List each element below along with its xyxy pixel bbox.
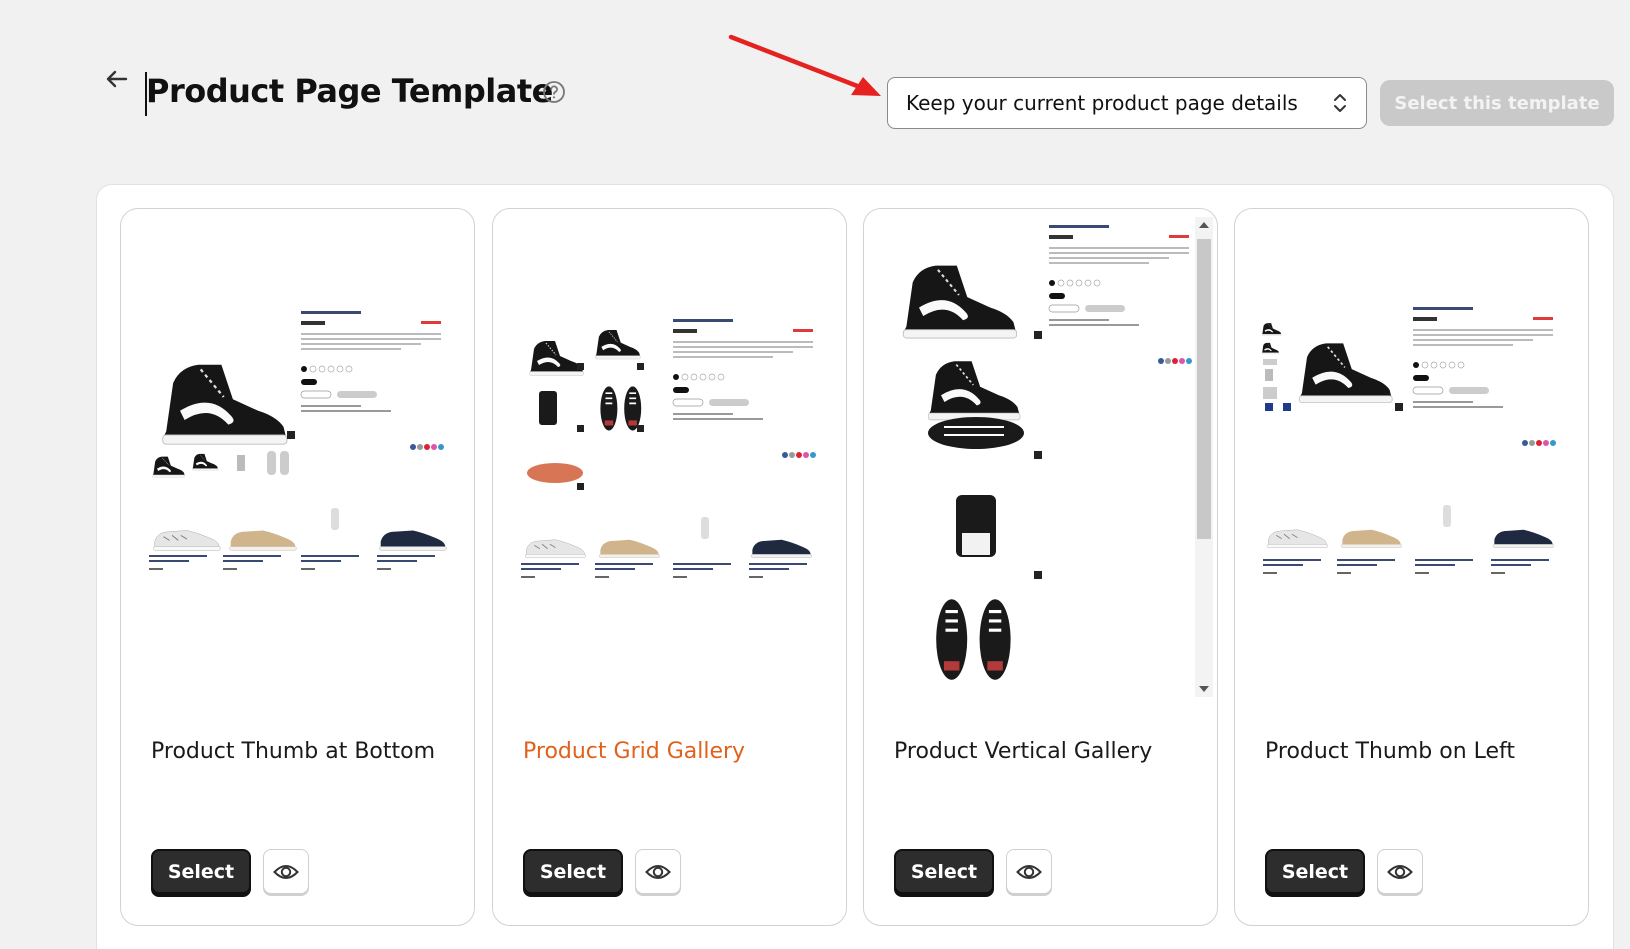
eye-icon bbox=[1016, 864, 1042, 879]
preview-eye-button[interactable] bbox=[263, 849, 309, 894]
template-card-grid-gallery[interactable]: Product Grid Gallery Select bbox=[492, 208, 847, 926]
dropdown-value: Keep your current product page details bbox=[906, 91, 1298, 115]
template-preview-image bbox=[1261, 306, 1557, 574]
scroll-down-icon[interactable] bbox=[1195, 683, 1213, 695]
question-circle-icon[interactable] bbox=[542, 80, 566, 104]
preview-scrollbar[interactable] bbox=[1195, 217, 1213, 697]
template-preview-image bbox=[902, 224, 1193, 682]
preview-eye-button[interactable] bbox=[635, 849, 681, 894]
template-mode-dropdown[interactable]: Keep your current product page details bbox=[887, 77, 1367, 129]
template-card-thumb-bottom[interactable]: Product Thumb at Bottom Select bbox=[120, 208, 475, 926]
chevron-up-down-icon bbox=[1334, 94, 1346, 112]
back-arrow-icon[interactable] bbox=[104, 66, 130, 92]
eye-icon bbox=[273, 864, 299, 879]
select-button[interactable]: Select bbox=[894, 849, 994, 894]
template-card-thumb-left[interactable]: Product Thumb on Left Select bbox=[1234, 208, 1589, 926]
template-name: Product Thumb on Left bbox=[1265, 739, 1516, 764]
template-name: Product Thumb at Bottom bbox=[151, 739, 436, 764]
select-this-template-button[interactable]: Select this template bbox=[1380, 80, 1614, 126]
template-preview-image bbox=[149, 310, 447, 570]
template-card-vertical-gallery[interactable]: Product Vertical Gallery Select bbox=[863, 208, 1218, 926]
template-name: Product Vertical Gallery bbox=[894, 739, 1153, 764]
select-button[interactable]: Select bbox=[1265, 849, 1365, 894]
select-button[interactable]: Select bbox=[151, 849, 251, 894]
preview-eye-button[interactable] bbox=[1377, 849, 1423, 894]
annotation-arrow bbox=[728, 34, 881, 96]
eye-icon bbox=[1387, 864, 1413, 879]
template-name: Product Grid Gallery bbox=[523, 739, 746, 764]
scroll-up-icon[interactable] bbox=[1195, 219, 1213, 231]
page-title: Product Page Template bbox=[146, 72, 553, 110]
select-button[interactable]: Select bbox=[523, 849, 623, 894]
template-preview-image bbox=[521, 318, 817, 578]
preview-eye-button[interactable] bbox=[1006, 849, 1052, 894]
scrollbar-thumb[interactable] bbox=[1197, 239, 1211, 539]
eye-icon bbox=[645, 864, 671, 879]
